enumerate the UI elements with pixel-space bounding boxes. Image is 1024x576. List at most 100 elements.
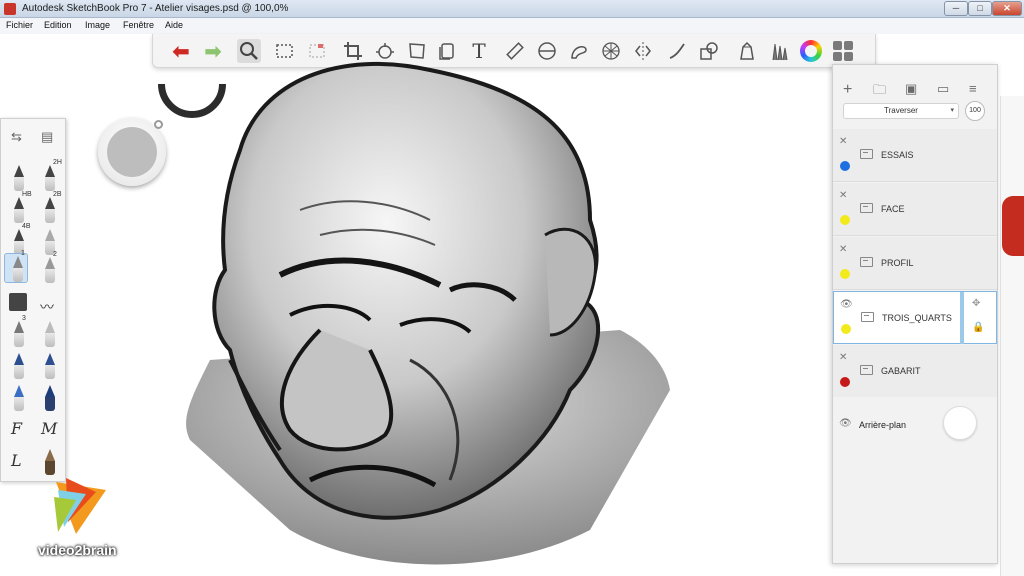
layer-color-tag	[840, 161, 850, 171]
symmetry-icon	[635, 42, 651, 60]
brush-slot-6[interactable]	[37, 227, 61, 257]
brush-slot-16[interactable]	[37, 383, 61, 413]
perspective-icon	[602, 42, 620, 60]
brush-slot-15[interactable]	[6, 383, 30, 413]
move-layer-icon[interactable]: ✥	[972, 298, 980, 309]
hidden-eye-icon[interactable]: ✕	[839, 352, 847, 363]
layer-name: PROFIL	[881, 258, 914, 268]
layer-opacity[interactable]: 100	[965, 101, 985, 121]
layer-color-tag	[841, 324, 851, 334]
layer-selection-rail	[960, 292, 964, 344]
brush-puck[interactable]	[98, 118, 166, 186]
layers-toggle-button[interactable]	[831, 39, 855, 63]
hidden-eye-icon[interactable]: ✕	[839, 244, 847, 255]
distort-icon	[409, 43, 425, 59]
eye-icon[interactable]: 👁	[839, 418, 852, 429]
add-layer-icon[interactable]: +	[843, 81, 852, 99]
french-curve-icon	[571, 45, 587, 59]
brush-palette: ⇆ ▤ 2H HB 2B 4B 1 2 〰 3 F M L	[0, 118, 66, 482]
add-group-icon[interactable]: 🗀	[873, 81, 886, 103]
folder-icon	[860, 149, 873, 159]
layer-profil[interactable]: ✕ PROFIL	[833, 237, 997, 290]
layer-gabarit[interactable]: ✕ GABARIT	[833, 345, 997, 398]
brush-slot-13[interactable]	[6, 351, 30, 381]
layer-face[interactable]: ✕ FACE	[833, 183, 997, 236]
app-icon	[4, 3, 16, 15]
layer-trois-quarts[interactable]: 👁 TROIS_QUARTS ✥ 🔒	[833, 291, 997, 344]
brush-slot-7[interactable]: 1	[4, 250, 28, 283]
blend-mode-value: Traverser	[884, 106, 918, 115]
menu-image[interactable]: Image	[85, 20, 110, 30]
chevron-down-icon: ▾	[950, 107, 954, 114]
layer-name: GABARIT	[881, 366, 921, 376]
layer-editor: + 🗀 ▣ ▭ ≡ Traverser ▾ 100 ✕ ESSAIS ✕ FACE…	[832, 64, 998, 564]
ellipse-icon	[538, 42, 556, 60]
lock-icon[interactable]: 🔒	[972, 322, 984, 333]
folder-icon	[860, 365, 873, 375]
window-title: Autodesk SketchBook Pro 7 - Atelier visa…	[22, 3, 289, 14]
clear-layer-icon[interactable]: ▭	[937, 81, 949, 97]
hidden-eye-icon[interactable]: ✕	[839, 136, 847, 147]
shapes-icon	[700, 42, 718, 60]
video2brain-logo	[54, 478, 106, 534]
brush-puck-color	[107, 127, 157, 177]
menu-fenetre[interactable]: Fenêtre	[123, 20, 154, 30]
select-icon	[276, 44, 293, 58]
close-button[interactable]: ✕	[992, 1, 1022, 16]
hidden-eye-icon[interactable]: ✕	[839, 190, 847, 201]
brush-slot-9[interactable]	[6, 287, 30, 317]
layer-color-tag	[840, 269, 850, 279]
menu-fichier[interactable]: Fichier	[6, 20, 33, 30]
puck-toggle-icon[interactable]	[154, 120, 163, 129]
brush-slot-14[interactable]	[37, 351, 61, 381]
layers-toggle-icon	[833, 41, 853, 61]
copic-button[interactable]	[735, 39, 759, 63]
layer-color-tag	[840, 215, 850, 225]
video2brain-watermark: video2brain	[36, 472, 136, 562]
brush-letter-f[interactable]: F	[11, 419, 22, 438]
sketchbook-window: Autodesk SketchBook Pro 7 - Atelier visa…	[0, 0, 1024, 576]
brush-slot-12[interactable]	[37, 319, 61, 349]
menu-aide[interactable]: Aide	[165, 20, 183, 30]
maximize-button[interactable]: □	[968, 1, 992, 16]
canvas-scrollbar[interactable]	[1000, 96, 1024, 576]
shapes-tool-button[interactable]	[697, 39, 721, 63]
add-image-icon[interactable]: ▣	[905, 81, 917, 97]
canvas-color-swatch	[1002, 196, 1024, 256]
eye-icon[interactable]: 👁	[840, 299, 853, 310]
brush-letter-l[interactable]: L	[11, 451, 22, 470]
ruler-icon	[506, 42, 524, 60]
layer-name: TROIS_QUARTS	[882, 313, 952, 323]
folder-icon	[861, 312, 874, 322]
brush-settings-icon[interactable]: ⇆	[11, 129, 22, 145]
color-editor-button[interactable]	[799, 39, 823, 63]
layer-background[interactable]: 👁 Arrière-plan	[833, 397, 997, 449]
layer-essais[interactable]: ✕ ESSAIS	[833, 129, 997, 182]
brush-slot-8[interactable]: 2	[37, 251, 61, 285]
color-wheel-icon	[800, 40, 822, 62]
brush-letter-m[interactable]: M	[41, 419, 57, 438]
transform-icon	[376, 43, 394, 59]
brush-slot-2[interactable]: 2H	[37, 159, 62, 193]
title-bar: Autodesk SketchBook Pro 7 - Atelier visa…	[0, 0, 1024, 18]
watermark-text: video2brain	[38, 542, 117, 558]
brush-slot-1[interactable]	[6, 163, 30, 193]
brush-slot-11[interactable]: 3	[6, 315, 30, 349]
brush-slot-10[interactable]: 〰	[37, 287, 61, 317]
drawing-canvas[interactable]	[170, 60, 690, 576]
layer-menu-icon[interactable]: ≡	[969, 81, 977, 96]
layer-name: FACE	[881, 204, 905, 214]
blend-mode-select[interactable]: Traverser ▾	[843, 103, 959, 119]
folder-icon	[860, 257, 873, 267]
crop-select-icon	[309, 44, 325, 58]
layer-name: Arrière-plan	[859, 420, 907, 430]
background-color-swatch[interactable]	[943, 406, 977, 440]
brushes-button[interactable]	[767, 39, 791, 63]
brush-slot-4[interactable]: 2B	[37, 191, 62, 225]
menu-bar: Fichier Edition Image Fenêtre Aide	[0, 18, 1024, 34]
zoom-icon	[240, 42, 258, 60]
minimize-button[interactable]: ─	[944, 1, 968, 16]
menu-edition[interactable]: Edition	[44, 20, 72, 30]
brush-slot-3[interactable]: HB	[6, 191, 32, 225]
brush-library-icon[interactable]: ▤	[41, 129, 53, 145]
